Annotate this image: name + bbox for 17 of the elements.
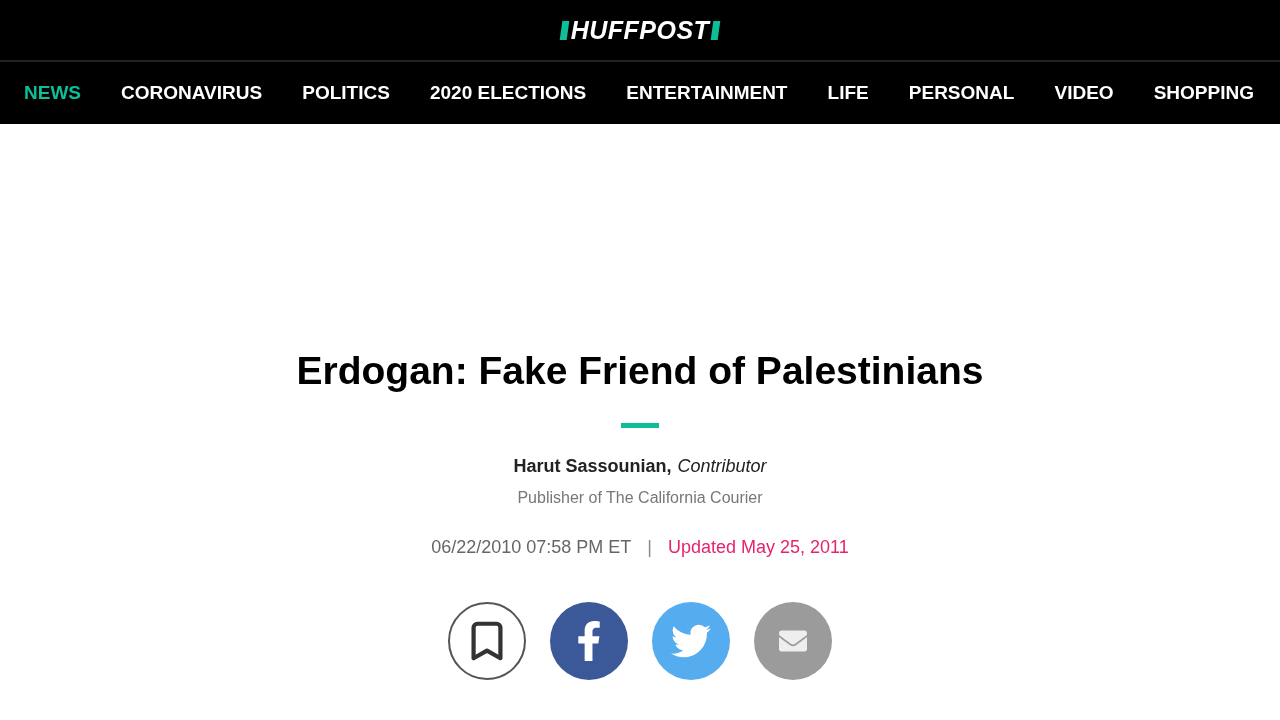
nav-link[interactable]: NEWS — [24, 82, 81, 104]
author-role: Contributor — [677, 456, 767, 477]
nav-link[interactable]: VIDEO — [1054, 82, 1114, 104]
updated-date: Updated May 25, 2011 — [668, 537, 849, 558]
published-date: 06/22/2010 07:58 PM ET — [431, 537, 632, 558]
nav-link[interactable]: SHOPPING — [1153, 82, 1254, 104]
nav-link[interactable]: PERSONAL — [908, 82, 1015, 104]
headline: Erdogan: Fake Friend of Palestinians — [296, 349, 984, 393]
nav-link[interactable]: 2020 ELECTIONS — [429, 82, 587, 104]
nav-link[interactable]: ENTERTAINMENT — [626, 82, 788, 104]
nav-link[interactable]: LIFE — [827, 82, 869, 104]
author-bio: Publisher of The California Courier — [517, 489, 763, 507]
site-logo[interactable]: HUFFPOST — [560, 15, 720, 45]
author-name[interactable]: Harut Sassounian, — [513, 456, 672, 477]
nav-link[interactable]: POLITICS — [302, 82, 390, 104]
nav-link[interactable]: CORONAVIRUS — [121, 82, 263, 104]
separator: | — [647, 537, 652, 558]
